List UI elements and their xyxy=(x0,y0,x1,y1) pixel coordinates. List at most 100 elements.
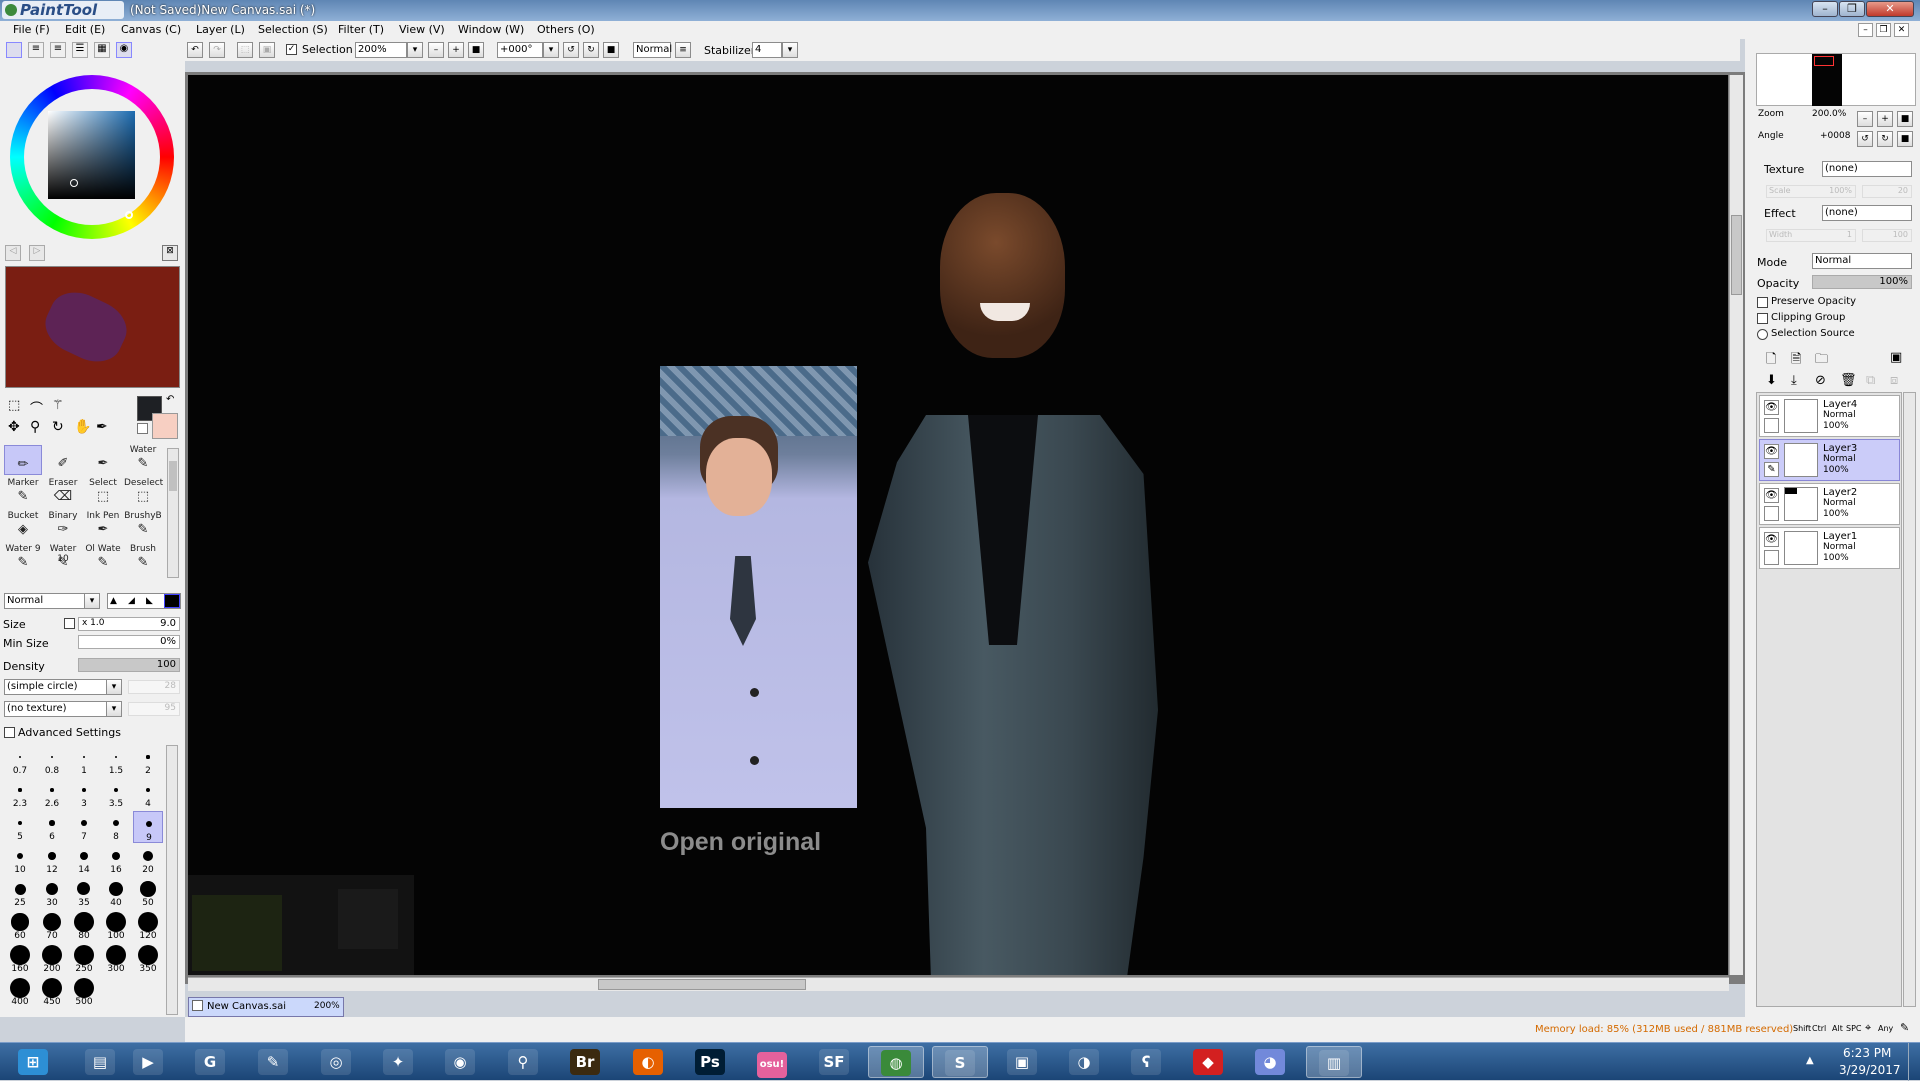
visibility-eye-icon[interactable]: 👁 xyxy=(1764,400,1779,415)
tool-bucket[interactable]: Bucket ◈ xyxy=(4,511,42,541)
menu-canvas[interactable]: Canvas (C) xyxy=(121,23,181,36)
rotate-reset-icon[interactable]: ■ xyxy=(603,42,619,58)
menu-filter[interactable]: Filter (T) xyxy=(338,23,384,36)
brush-size-120[interactable]: 120 xyxy=(133,910,163,942)
apply-mask-icon[interactable]: ⧉ xyxy=(1866,373,1875,388)
blend-mode-select[interactable]: Normal xyxy=(633,42,672,58)
brush-size-40[interactable]: 40 xyxy=(101,877,131,909)
advanced-settings-checkbox[interactable] xyxy=(4,727,15,738)
rgb-slider-tab-icon[interactable]: ≡ xyxy=(28,42,44,58)
tool-binary[interactable]: Binary ✑ xyxy=(44,511,82,541)
brush-size-300[interactable]: 300 xyxy=(101,943,131,975)
brush-size-6[interactable]: 6 xyxy=(37,811,67,843)
taskbar-photoshop-icon[interactable]: Ps xyxy=(682,1046,738,1078)
nav-rotate-reset-icon[interactable]: ■ xyxy=(1897,131,1913,147)
brush-size-100[interactable]: 100 xyxy=(101,910,131,942)
preserve-opacity-checkbox[interactable] xyxy=(1757,297,1768,308)
taskbar-osu-icon[interactable]: osu! xyxy=(744,1046,800,1078)
selection-source-checkbox[interactable] xyxy=(1757,329,1768,340)
brush-size-16[interactable]: 16 xyxy=(101,844,131,876)
new-layer-icon[interactable]: 🗋 xyxy=(1766,350,1776,372)
zoom-dropdown-icon[interactable]: ▾ xyxy=(407,42,423,58)
brush-size-2.3[interactable]: 2.3 xyxy=(5,778,35,810)
vertical-scroll-thumb[interactable] xyxy=(1731,215,1742,295)
brush-size-80[interactable]: 80 xyxy=(69,910,99,942)
brush-size-350[interactable]: 350 xyxy=(133,943,163,975)
transparent-color-swatch[interactable] xyxy=(137,423,148,434)
width-field[interactable]: Width 1 xyxy=(1766,229,1856,242)
menu-window[interactable]: Window (W) xyxy=(458,23,524,36)
brush-size-5[interactable]: 5 xyxy=(5,811,35,843)
layer-item-layer2[interactable]: 👁 Layer2 Normal 100% xyxy=(1759,483,1900,525)
opacity-slider[interactable]: 100% xyxy=(1812,275,1912,289)
scale-field[interactable]: Scale 100% xyxy=(1766,185,1856,198)
undo-color-icon[interactable]: ◁ xyxy=(5,245,21,261)
visibility-eye-icon[interactable]: 👁 xyxy=(1764,532,1779,547)
clock-time[interactable]: 6:23 PM xyxy=(1843,1046,1891,1060)
lock-icon[interactable] xyxy=(1764,418,1779,433)
show-desktop-button[interactable] xyxy=(1908,1043,1920,1081)
zoom-icon[interactable]: ⚲ xyxy=(30,419,40,435)
merge-down-icon[interactable]: ⤓ xyxy=(1791,373,1797,388)
layer-item-layer3[interactable]: 👁 ✎ Layer3 Normal 100% xyxy=(1759,439,1900,481)
document-tab[interactable]: New Canvas.sai 200% xyxy=(188,997,344,1017)
brush-edge-shapes[interactable]: ▲ ◢ ◣ xyxy=(107,593,181,609)
layer-mask-icon[interactable]: ▣ xyxy=(1890,350,1902,365)
color-mixer-tab-icon[interactable]: ☰ xyxy=(72,42,88,58)
brush-size-4[interactable]: 4 xyxy=(133,778,163,810)
canvas[interactable]: Open original xyxy=(188,75,1728,975)
tool-eraser[interactable]: Eraser ⌫ xyxy=(44,478,82,508)
edit-pen-icon[interactable]: ✎ xyxy=(1764,462,1779,477)
brush-size-2.6[interactable]: 2.6 xyxy=(37,778,67,810)
brush-size-35[interactable]: 35 xyxy=(69,877,99,909)
tool-brushyb[interactable]: BrushyB ✎ xyxy=(124,511,162,541)
close-button[interactable]: ✕ xyxy=(1866,1,1914,17)
tool-brush[interactable]: Brush ✎ xyxy=(124,544,162,574)
brush-size-3.5[interactable]: 3.5 xyxy=(101,778,131,810)
clipping-group-checkbox[interactable] xyxy=(1757,313,1768,324)
brush-size-50[interactable]: 50 xyxy=(133,877,163,909)
angle-input[interactable]: +000° xyxy=(497,42,543,58)
brush-size-160[interactable]: 160 xyxy=(5,943,35,975)
taskbar-sf-icon[interactable]: SF xyxy=(806,1046,862,1078)
taskbar-bear-app-icon[interactable]: ʕ xyxy=(1118,1046,1174,1078)
horizontal-scroll-thumb[interactable] xyxy=(598,979,806,990)
brush-size-250[interactable]: 250 xyxy=(69,943,99,975)
menu-file[interactable]: File (F) xyxy=(13,23,50,36)
scale-strength-field[interactable]: 20 xyxy=(1862,185,1912,198)
tool-water-10[interactable]: Water 10 ✎ xyxy=(44,544,82,574)
visibility-eye-icon[interactable]: 👁 xyxy=(1764,488,1779,503)
transfer-down-icon[interactable]: ⬇ xyxy=(1766,373,1777,388)
rect-select-icon[interactable]: ⬚ xyxy=(8,398,20,413)
brush-size-60[interactable]: 60 xyxy=(5,910,35,942)
delete-layer-icon[interactable]: 🗑 xyxy=(1840,373,1857,388)
brush-size-20[interactable]: 20 xyxy=(133,844,163,876)
selection-checkbox[interactable]: ✓ xyxy=(286,44,297,55)
brush-size-3[interactable]: 3 xyxy=(69,778,99,810)
brush-size-25[interactable]: 25 xyxy=(5,877,35,909)
zoom-out-icon[interactable]: – xyxy=(428,42,444,58)
navigator-angle-value[interactable]: +0008 xyxy=(1820,131,1850,141)
taskbar-game-icon[interactable]: ✦ xyxy=(370,1046,426,1078)
menu-edit[interactable]: Edit (E) xyxy=(65,23,105,36)
brush-texture-dropdown-icon[interactable]: ▾ xyxy=(106,701,122,717)
taskbar-sai-icon[interactable]: S xyxy=(932,1046,988,1078)
brush-size-7[interactable]: 7 xyxy=(69,811,99,843)
taskbar-folder-app-icon[interactable]: ▥ xyxy=(1306,1046,1362,1078)
rotate-right-icon[interactable]: ↻ xyxy=(583,42,599,58)
eyedropper-icon[interactable]: ✒ xyxy=(96,419,108,435)
brush-size-450[interactable]: 450 xyxy=(37,976,67,1008)
flip-icon[interactable]: ≡ xyxy=(675,42,691,58)
layer-item-layer4[interactable]: 👁 Layer4 Normal 100% xyxy=(1759,395,1900,437)
tool-grid-scrollbar[interactable] xyxy=(167,448,179,578)
swap-colors-icon[interactable]: ↶ xyxy=(166,394,174,405)
width-strength-field[interactable]: 100 xyxy=(1862,229,1912,242)
tool-airbrush[interactable]: ✐ xyxy=(44,445,82,475)
redo-color-icon[interactable]: ▷ xyxy=(29,245,45,261)
navigator-preview[interactable] xyxy=(1756,53,1916,106)
sv-marker[interactable] xyxy=(70,179,78,187)
hand-icon[interactable]: ✋ xyxy=(74,419,91,435)
brush-size-8[interactable]: 8 xyxy=(101,811,131,843)
restore-button[interactable]: ❐ xyxy=(1839,1,1865,17)
canvas-vertical-scrollbar[interactable] xyxy=(1729,75,1743,975)
